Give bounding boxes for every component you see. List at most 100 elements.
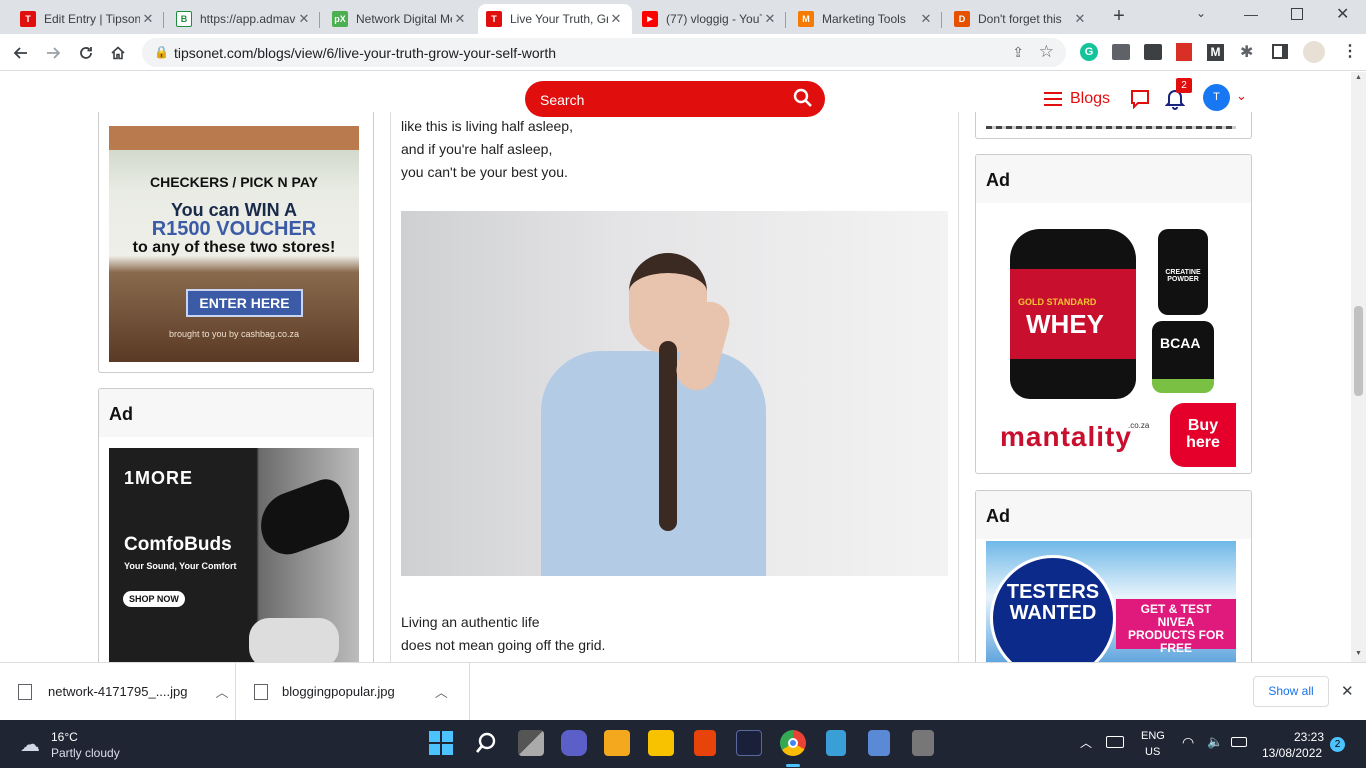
- tab-0[interactable]: T Edit Entry | Tipsonet ✕: [12, 4, 164, 34]
- show-all-button[interactable]: Show all: [1253, 676, 1329, 707]
- chrome-icon[interactable]: [780, 730, 806, 756]
- buy-here-button[interactable]: Buy here: [1170, 403, 1236, 467]
- battery-icon[interactable]: [1231, 737, 1247, 747]
- office-icon[interactable]: [694, 730, 716, 756]
- new-tab-button[interactable]: +: [1108, 5, 1130, 27]
- tab-title: Marketing Tools: [822, 12, 906, 26]
- back-icon[interactable]: [10, 42, 32, 64]
- article-line: Living an authentic life: [401, 614, 540, 630]
- webpage-viewport: Search Blogs 2 T ⌄ CHECKERS / PICK N PAY…: [0, 72, 1366, 662]
- article-text-bottom: Living an authentic life does not mean g…: [401, 611, 605, 657]
- chevron-up-icon[interactable]: ︿: [215, 682, 228, 701]
- close-icon[interactable]: ✕: [296, 11, 312, 27]
- puzzle-extensions-icon[interactable]: ✱: [1240, 42, 1253, 62]
- notification-center-badge[interactable]: 2: [1330, 737, 1345, 752]
- scrollbar-thumb[interactable]: [1354, 306, 1363, 396]
- tab-4[interactable]: ▶ (77) vloggig - YouTube ✕: [634, 4, 786, 34]
- mendeley-icon[interactable]: M: [1207, 44, 1224, 61]
- minimize-icon[interactable]: —: [1244, 6, 1258, 22]
- clock-time[interactable]: 23:23: [1294, 730, 1324, 744]
- tab-6[interactable]: D Don't forget this ✕: [946, 4, 1096, 34]
- wifi-icon[interactable]: ◠: [1182, 734, 1194, 751]
- lock-icon[interactable]: 🔒: [154, 45, 169, 59]
- close-icon[interactable]: ✕: [918, 11, 934, 27]
- profile-avatar[interactable]: [1303, 41, 1325, 63]
- share-icon[interactable]: ⇪: [1012, 44, 1024, 61]
- promo-line-4: to any of these two stores!: [132, 239, 336, 256]
- chevron-down-icon[interactable]: ⌄: [1236, 88, 1247, 104]
- close-icon[interactable]: ✕: [452, 11, 468, 27]
- mantality-ad-image[interactable]: GOLD STANDARD WHEY CREATINE POWDER BCAA …: [986, 205, 1236, 467]
- home-icon[interactable]: [107, 42, 129, 64]
- close-icon[interactable]: ✕: [1072, 11, 1088, 27]
- pdf-extension-icon[interactable]: [1176, 43, 1192, 61]
- reload-icon[interactable]: [75, 42, 97, 64]
- nivea-ad-image[interactable]: TESTERS WANTED GET & TEST NIVEA PRODUCTS…: [986, 541, 1236, 662]
- browser-toolbar: 🔒 tipsonet.com/blogs/view/6/live-your-tr…: [0, 34, 1366, 71]
- close-icon[interactable]: ✕: [608, 11, 624, 27]
- language-primary[interactable]: ENG: [1141, 730, 1165, 742]
- notification-count-badge: 2: [1176, 78, 1192, 93]
- teams-chat-icon[interactable]: [561, 730, 587, 756]
- download-item-2[interactable]: bloggingpopular.jpg ︿: [254, 663, 470, 720]
- extension-icon[interactable]: [1144, 44, 1162, 60]
- task-view-icon[interactable]: [518, 730, 544, 756]
- tab-divider: [785, 12, 786, 28]
- search-icon[interactable]: [793, 88, 813, 111]
- tab-3-active[interactable]: T Live Your Truth, Grow ✕: [478, 4, 632, 34]
- enter-here-button[interactable]: ENTER HERE: [186, 289, 303, 317]
- window-close-icon[interactable]: ✕: [1336, 4, 1349, 24]
- grammarly-icon[interactable]: G: [1080, 43, 1098, 61]
- page-scrollbar[interactable]: ▲ ▼: [1351, 72, 1366, 662]
- article-text-top: like this is living half asleep, and if …: [401, 115, 573, 184]
- code-extension-icon[interactable]: [1112, 44, 1130, 60]
- close-downloads-icon[interactable]: ✕: [1341, 682, 1354, 700]
- image-file-icon: [18, 683, 32, 700]
- close-icon[interactable]: ✕: [762, 11, 778, 27]
- language-secondary[interactable]: US: [1145, 746, 1160, 758]
- shop-now-button[interactable]: SHOP NOW: [123, 591, 185, 607]
- download-item-1[interactable]: network-4171795_....jpg ︿: [18, 663, 236, 720]
- user-avatar[interactable]: T: [1203, 84, 1230, 111]
- article-line: you can't be your best you.: [401, 164, 568, 180]
- tab-title: Network Digital Media: [356, 12, 452, 26]
- maximize-icon[interactable]: [1291, 8, 1303, 20]
- store-icon[interactable]: [736, 730, 762, 756]
- photos-icon[interactable]: [868, 730, 890, 756]
- search-icon[interactable]: [473, 730, 499, 756]
- app-icon[interactable]: [912, 730, 934, 756]
- cloud-weather-icon[interactable]: ☁: [20, 732, 40, 757]
- bookmark-star-icon[interactable]: ☆: [1039, 42, 1054, 62]
- tab-search-icon[interactable]: ⌄: [1196, 6, 1206, 20]
- clock-date[interactable]: 13/08/2022: [1262, 746, 1322, 760]
- comfobuds-ad-image[interactable]: 1MORE ComfoBuds Your Sound, Your Comfort…: [109, 448, 359, 662]
- forward-icon[interactable]: [42, 42, 64, 64]
- ad-heading: Ad: [976, 491, 1251, 539]
- scroll-down-arrow-icon[interactable]: ▼: [1355, 650, 1362, 657]
- close-icon[interactable]: ✕: [140, 11, 156, 27]
- tab-1[interactable]: B https://app.admaven.com ✕: [168, 4, 320, 34]
- promo-footer: brought to you by cashbag.co.za: [168, 329, 300, 339]
- tab-2[interactable]: pX Network Digital Media ✕: [324, 4, 476, 34]
- weather-temp[interactable]: 16°C: [51, 730, 78, 744]
- blogs-menu[interactable]: Blogs: [1044, 90, 1110, 108]
- checkers-promo-image[interactable]: CHECKERS / PICK N PAY You can WIN A R150…: [109, 126, 359, 362]
- menu-kebab-icon[interactable]: ⋮: [1342, 41, 1358, 61]
- volume-icon[interactable]: 🔈: [1207, 734, 1223, 750]
- tab-5[interactable]: M Marketing Tools ✕: [790, 4, 942, 34]
- mantality-logo: mantality: [1000, 421, 1132, 452]
- keyboard-icon[interactable]: [1106, 736, 1124, 748]
- notepad-icon[interactable]: [826, 730, 846, 756]
- chevron-up-icon[interactable]: ︿: [1080, 734, 1092, 751]
- file-explorer-icon[interactable]: [648, 730, 674, 756]
- weather-desc[interactable]: Partly cloudy: [51, 746, 120, 760]
- tab-divider: [319, 12, 320, 28]
- scroll-up-arrow-icon[interactable]: ▲: [1355, 74, 1362, 81]
- address-bar[interactable]: 🔒 tipsonet.com/blogs/view/6/live-your-tr…: [142, 38, 1066, 67]
- reminder-favicon-icon: D: [954, 11, 970, 27]
- side-panel-icon[interactable]: [1272, 44, 1288, 59]
- chevron-up-icon[interactable]: ︿: [435, 682, 448, 701]
- media-player-icon[interactable]: [604, 730, 630, 756]
- messages-icon[interactable]: [1130, 89, 1150, 114]
- windows-start-icon[interactable]: [428, 730, 454, 756]
